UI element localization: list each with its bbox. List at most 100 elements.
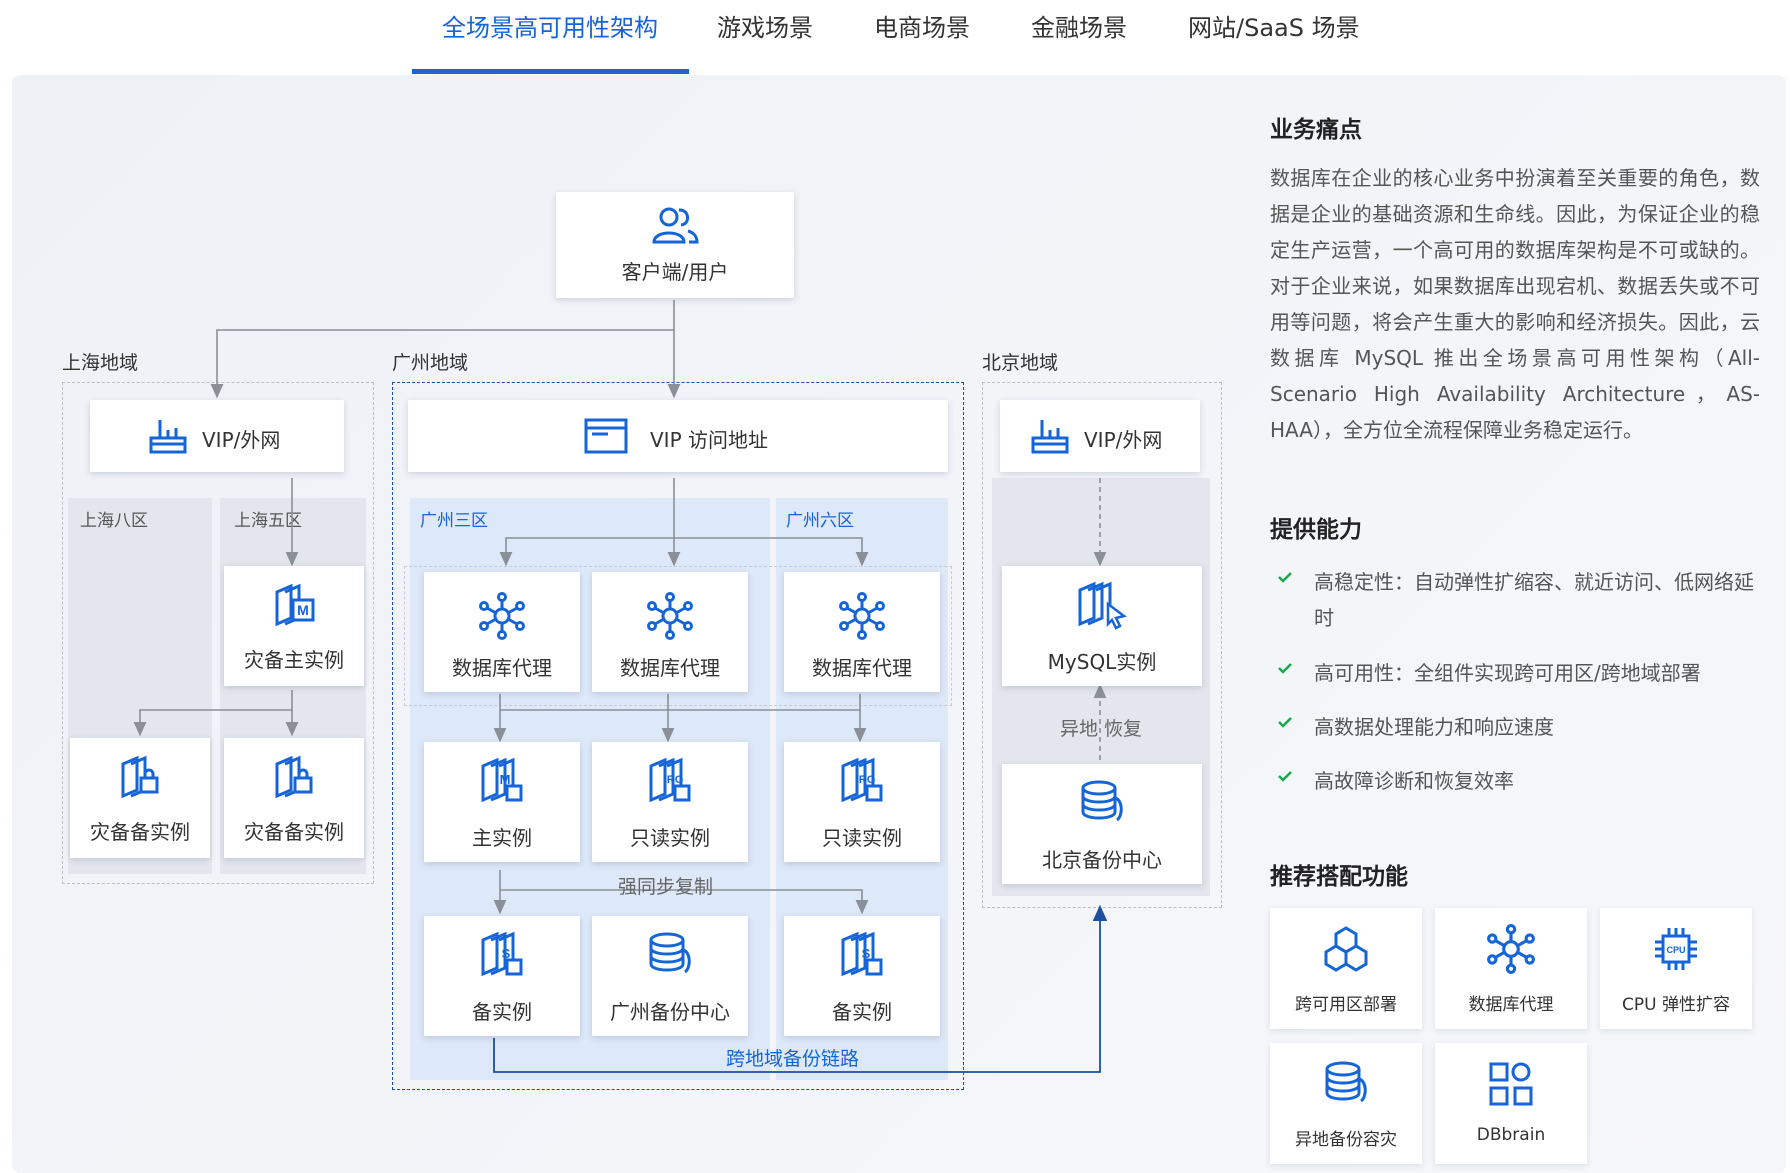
vip-beijing-label: VIP/外网 — [1084, 428, 1163, 452]
db-proxy-label-1: 数据库代理 — [452, 656, 552, 680]
strong-sync-label: 强同步复制 — [618, 876, 714, 898]
feature-label: CPU 弹性扩容 — [1622, 995, 1730, 1015]
network-hub-icon — [478, 592, 526, 644]
svg-text:CPU: CPU — [1666, 945, 1685, 955]
database-readonly-icon: RO — [645, 756, 695, 810]
db-proxy-node-3: 数据库代理 — [784, 572, 940, 692]
gz-standby-label-1: 备实例 — [472, 1000, 532, 1024]
tab-game[interactable]: 游戏场景 — [717, 8, 813, 58]
router-icon — [148, 416, 188, 460]
database-readonly-icon: RO — [837, 756, 887, 810]
gz-primary-node: M 主实例 — [424, 742, 580, 862]
capability-text: 高数据处理能力和响应速度 — [1314, 715, 1554, 739]
vip-beijing-node: VIP/外网 — [1000, 400, 1200, 472]
zone-label-sh5: 上海五区 — [234, 511, 302, 531]
database-cursor-icon — [1074, 580, 1130, 634]
network-hub-icon — [646, 592, 694, 644]
sh-dr-primary-node: M 灾备主实例 — [224, 566, 364, 686]
gz-standby-label-2: 备实例 — [832, 1000, 892, 1024]
region-label-beijing: 北京地域 — [982, 352, 1059, 374]
db-proxy-label-2: 数据库代理 — [620, 656, 720, 680]
svg-text:M: M — [500, 772, 511, 787]
tab-ecommerce[interactable]: 电商场景 — [874, 8, 970, 58]
database-primary-icon: M — [271, 582, 317, 632]
cross-region-backup-label: 跨地域备份链路 — [726, 1048, 860, 1070]
gz-readonly-label-2: 只读实例 — [822, 826, 902, 850]
database-standby-icon: S — [837, 930, 887, 984]
bj-mysql-node: MySQL实例 — [1002, 566, 1202, 686]
feature-dbbrain[interactable]: DBbrain — [1435, 1043, 1587, 1164]
pain-points-text: 数据库在企业的核心业务中扮演着至关重要的角色，数据是企业的基础资源和生命线。因此… — [1270, 166, 1760, 442]
feature-remote-backup-dr[interactable]: 异地备份容灾 — [1270, 1043, 1422, 1164]
check-icon — [1278, 572, 1292, 583]
active-tab-indicator — [412, 69, 689, 74]
pain-points-title: 业务痛点 — [1270, 117, 1362, 143]
cpu-chip-icon: CPU — [1655, 928, 1697, 970]
scenario-tabs: 全场景高可用性架构 游戏场景 电商场景 金融场景 网站/SaaS 场景 — [0, 0, 1790, 74]
db-proxy-node-1: 数据库代理 — [424, 572, 580, 692]
tab-all-scenario[interactable]: 全场景高可用性架构 — [442, 8, 658, 58]
vip-guangzhou-node: VIP 访问地址 — [408, 400, 948, 472]
vip-guangzhou-label: VIP 访问地址 — [650, 428, 768, 452]
db-proxy-label-3: 数据库代理 — [812, 656, 912, 680]
feature-label: 异地备份容灾 — [1295, 1130, 1397, 1150]
feature-cpu-scaling[interactable]: CPU CPU 弹性扩容 — [1600, 908, 1752, 1029]
feature-label: 数据库代理 — [1468, 995, 1554, 1015]
router-icon — [1030, 416, 1070, 460]
tab-website-saas[interactable]: 网站/SaaS 场景 — [1188, 8, 1360, 58]
gz-backup-center-node: 广州备份中心 — [592, 916, 748, 1036]
check-icon — [1278, 771, 1292, 782]
vip-shanghai-node: VIP/外网 — [90, 400, 344, 472]
bj-backup-center-node: 北京备份中心 — [1002, 764, 1202, 884]
check-icon — [1278, 717, 1292, 728]
gz-standby-node-2: S 备实例 — [784, 916, 940, 1036]
gz-primary-label: 主实例 — [472, 826, 532, 850]
capability-item: 高可用性：全组件实现跨可用区/跨地域部署 — [1276, 655, 1776, 691]
gz-readonly-label-1: 只读实例 — [630, 826, 710, 850]
region-label-guangzhou: 广州地域 — [392, 352, 469, 374]
region-label-shanghai: 上海地域 — [62, 352, 139, 374]
bj-mysql-label: MySQL实例 — [1047, 650, 1157, 674]
feature-db-proxy[interactable]: 数据库代理 — [1435, 908, 1587, 1029]
check-icon — [1278, 663, 1292, 674]
capability-text: 高可用性：全组件实现跨可用区/跨地域部署 — [1314, 661, 1701, 685]
svg-text:M: M — [297, 602, 309, 618]
users-icon — [651, 206, 699, 250]
svg-text:S: S — [862, 946, 871, 961]
capability-item: 高数据处理能力和响应速度 — [1276, 709, 1776, 745]
sh-dr-standby-label-1: 灾备备实例 — [90, 820, 190, 844]
zone-label-gz6: 广州六区 — [786, 511, 854, 531]
capability-item: 高故障诊断和恢复效率 — [1276, 763, 1776, 799]
database-primary-icon: M — [477, 756, 527, 810]
database-lock-icon — [271, 754, 317, 804]
browser-window-icon — [584, 416, 628, 460]
svg-text:RO: RO — [859, 774, 876, 786]
svg-text:RO: RO — [667, 774, 684, 786]
sh-dr-standby-label-2: 灾备备实例 — [244, 820, 344, 844]
sh-dr-primary-label: 灾备主实例 — [244, 648, 344, 672]
capability-item: 高稳定性：自动弹性扩缩容、就近访问、低网络延时 — [1276, 564, 1776, 636]
client-user-node: 客户端/用户 — [556, 192, 794, 298]
network-hub-icon — [1487, 924, 1535, 974]
database-lock-icon — [117, 754, 163, 804]
bj-backup-center-label: 北京备份中心 — [1042, 848, 1162, 872]
feature-label: 跨可用区部署 — [1295, 995, 1397, 1015]
remote-restore-label: 异地 恢复 — [1060, 718, 1143, 740]
feature-cross-az-deploy[interactable]: 跨可用区部署 — [1270, 908, 1422, 1029]
network-hub-icon — [838, 592, 886, 644]
svg-text:S: S — [502, 946, 511, 961]
tab-finance[interactable]: 金融场景 — [1031, 8, 1127, 58]
capabilities-title: 提供能力 — [1270, 517, 1362, 543]
gz-standby-node-1: S 备实例 — [424, 916, 580, 1036]
gz-readonly-node-1: RO 只读实例 — [592, 742, 748, 862]
capability-text: 高稳定性：自动弹性扩缩容、就近访问、低网络延时 — [1314, 570, 1754, 630]
database-backup-icon — [1325, 1061, 1367, 1103]
dbbrain-grid-icon — [1489, 1062, 1533, 1106]
vip-shanghai-label: VIP/外网 — [202, 428, 281, 452]
database-backup-icon — [645, 930, 695, 984]
gz-backup-center-label: 广州备份中心 — [610, 1000, 730, 1024]
cubes-icon — [1324, 926, 1368, 972]
database-backup-icon — [1077, 778, 1127, 832]
capability-text: 高故障诊断和恢复效率 — [1314, 769, 1514, 793]
gz-readonly-node-2: RO 只读实例 — [784, 742, 940, 862]
